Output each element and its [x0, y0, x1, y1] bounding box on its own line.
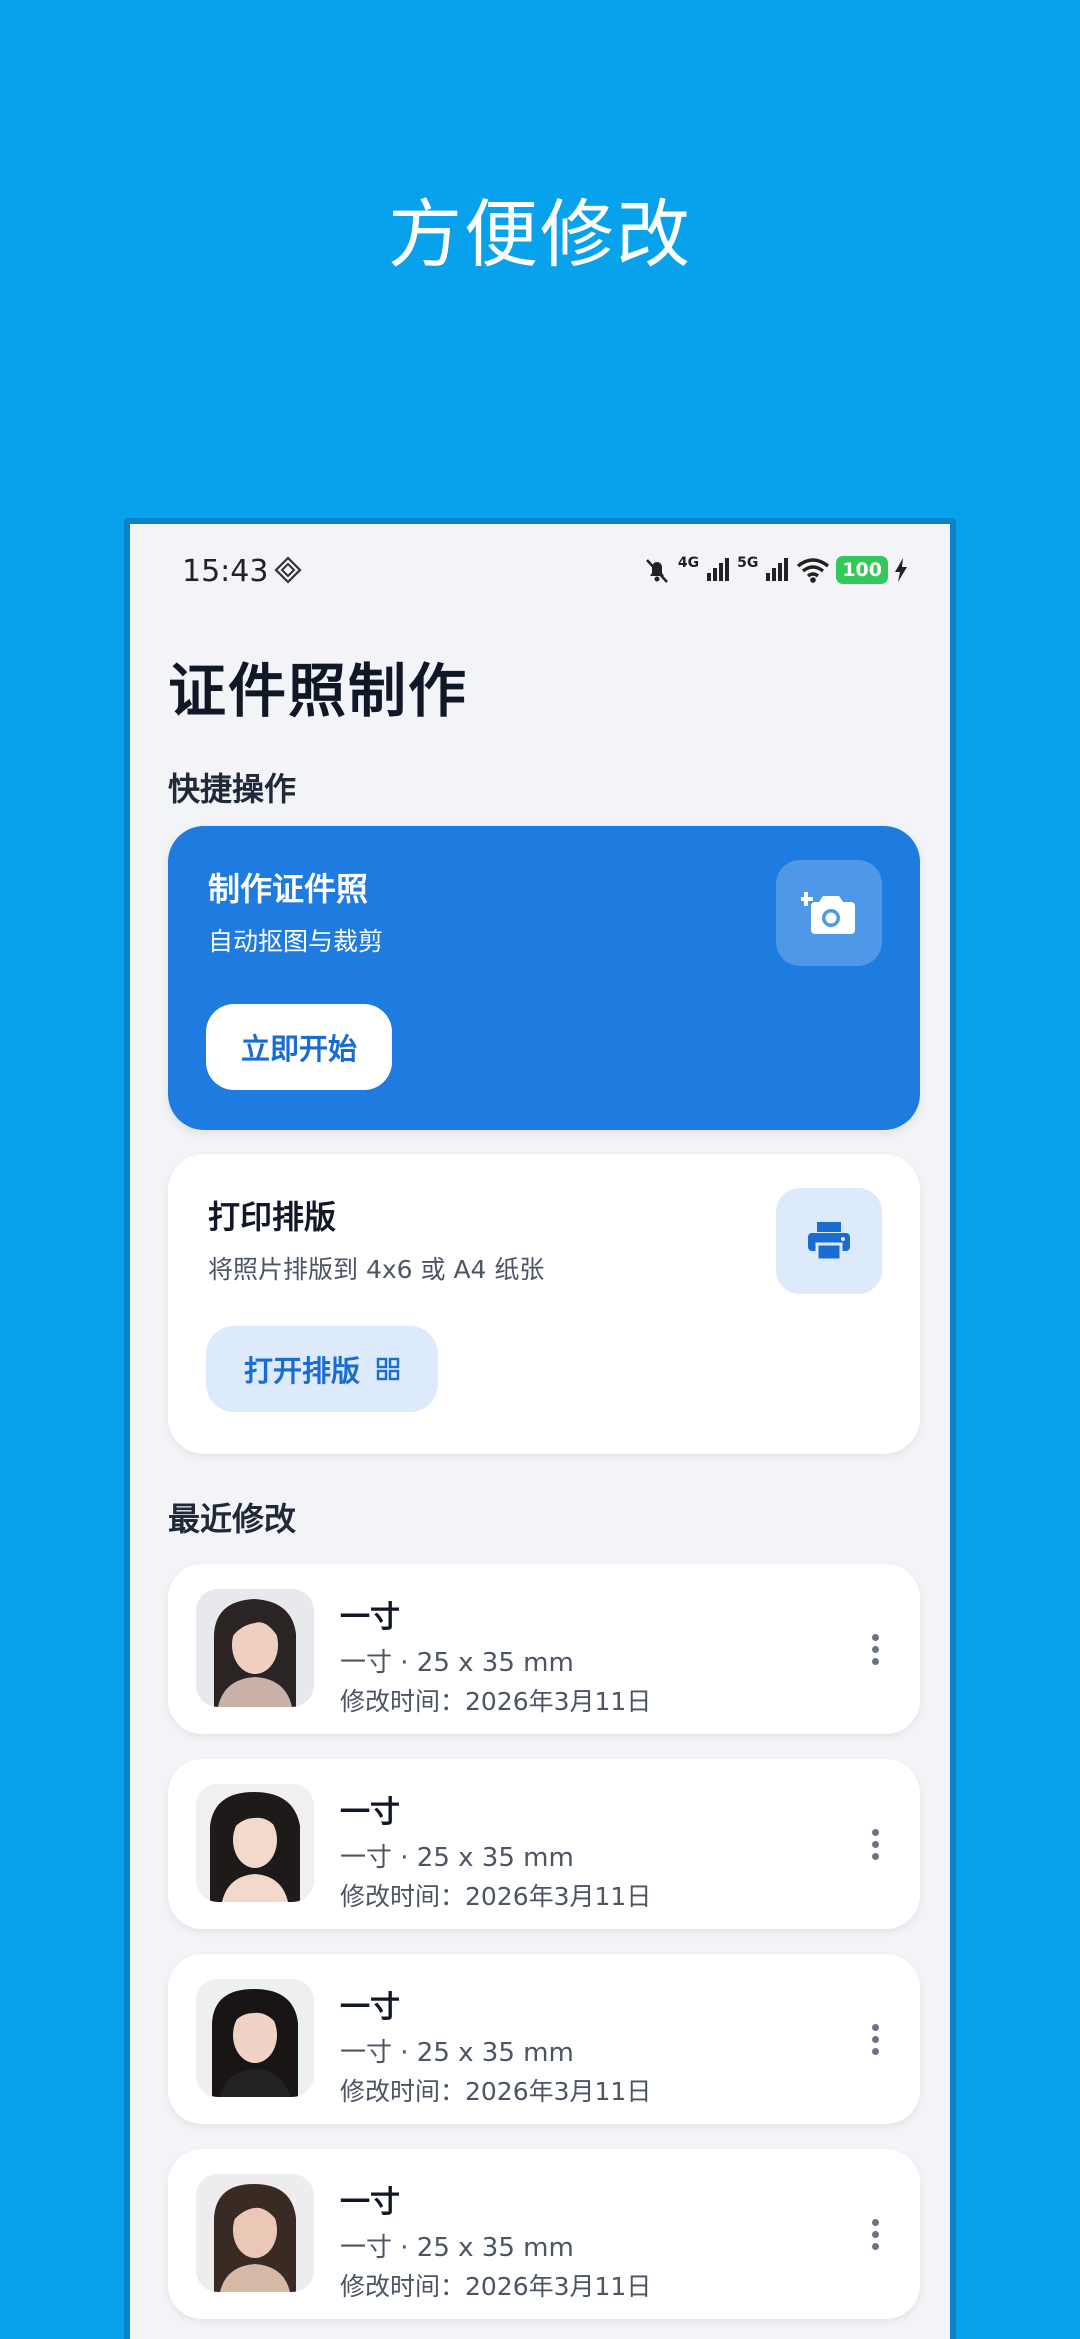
- item-spec: 一寸 · 25 x 35 mm: [340, 1648, 574, 1678]
- battery-level: 100: [836, 556, 888, 584]
- make-card-title: 制作证件照: [208, 870, 369, 908]
- recent-edits-label: 最近修改: [168, 1500, 297, 1538]
- grid-icon: [376, 1357, 400, 1381]
- status-bar: 15:43 4G 5G 100: [130, 524, 950, 614]
- make-id-photo-card[interactable]: 制作证件照 自动抠图与裁剪 立即开始: [168, 826, 920, 1130]
- recent-item[interactable]: 一寸 一寸 · 25 x 35 mm 修改时间：2026年3月11日: [168, 1759, 920, 1929]
- photo-thumbnail: [196, 1589, 314, 1707]
- more-options-icon[interactable]: [860, 1624, 890, 1674]
- item-title: 一寸: [340, 2185, 400, 2220]
- network-4g-label: 4G: [677, 555, 700, 571]
- signal-icon: [707, 558, 730, 581]
- open-layout-label: 打开排版: [243, 1354, 360, 1388]
- item-spec: 一寸 · 25 x 35 mm: [340, 1843, 574, 1873]
- recent-item[interactable]: 一寸 一寸 · 25 x 35 mm 修改时间：2026年3月11日: [168, 2149, 920, 2319]
- app-title: 证件照制作: [168, 657, 469, 725]
- promo-title: 方便修改: [388, 192, 692, 278]
- item-title: 一寸: [340, 1795, 400, 1830]
- item-spec: 一寸 · 25 x 35 mm: [340, 2233, 574, 2263]
- more-options-icon[interactable]: [860, 2209, 890, 2259]
- make-card-subtitle: 自动抠图与裁剪: [208, 927, 384, 956]
- status-time: 15:43: [182, 554, 269, 589]
- wifi-icon: [797, 558, 830, 583]
- item-date: 修改时间：2026年3月11日: [340, 2272, 652, 2301]
- add-camera-icon: [776, 860, 882, 966]
- network-5g-label: 5G: [737, 555, 759, 571]
- status-icons: 4G 5G 100: [642, 552, 908, 588]
- signal-icon-2: [766, 558, 789, 581]
- charging-icon: [895, 558, 907, 582]
- phone-screen: 15:43 4G 5G 100 证件照制作 快捷操作 制作证件照 自动抠图与裁剪…: [124, 518, 956, 2339]
- quick-actions-label: 快捷操作: [168, 770, 297, 808]
- more-options-icon[interactable]: [860, 2014, 890, 2064]
- recent-item[interactable]: 一寸 一寸 · 25 x 35 mm 修改时间：2026年3月11日: [168, 1954, 920, 2124]
- item-date: 修改时间：2026年3月11日: [340, 2077, 652, 2106]
- printer-icon: [776, 1188, 882, 1294]
- item-date: 修改时间：2026年3月11日: [340, 1687, 652, 1716]
- item-title: 一寸: [340, 1600, 400, 1635]
- print-card-subtitle: 将照片排版到 4x6 或 A4 纸张: [208, 1255, 545, 1284]
- item-title: 一寸: [340, 1990, 400, 2025]
- nfc-icon: [274, 556, 302, 584]
- photo-thumbnail: [196, 1979, 314, 2097]
- item-date: 修改时间：2026年3月11日: [340, 1882, 652, 1911]
- print-layout-card[interactable]: 打印排版 将照片排版到 4x6 或 A4 纸张 打开排版: [168, 1154, 920, 1454]
- open-layout-button[interactable]: 打开排版: [206, 1326, 438, 1412]
- item-spec: 一寸 · 25 x 35 mm: [340, 2038, 574, 2068]
- photo-thumbnail: [196, 1784, 314, 1902]
- start-now-button[interactable]: 立即开始: [206, 1004, 392, 1090]
- print-card-title: 打印排版: [208, 1198, 337, 1236]
- more-options-icon[interactable]: [860, 1819, 890, 1869]
- recent-item[interactable]: 一寸 一寸 · 25 x 35 mm 修改时间：2026年3月11日: [168, 1564, 920, 1734]
- mute-bell-icon: [645, 559, 668, 583]
- photo-thumbnail: [196, 2174, 314, 2292]
